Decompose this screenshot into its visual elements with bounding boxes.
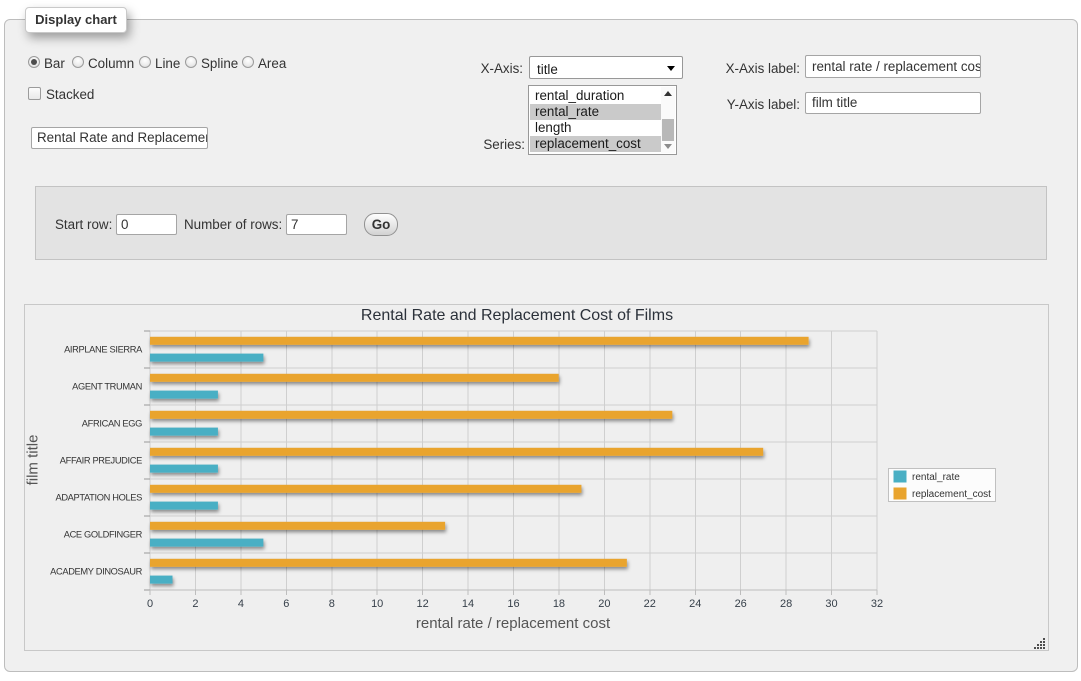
svg-text:32: 32 — [871, 598, 883, 610]
svg-text:AFRICAN EGG: AFRICAN EGG — [82, 419, 142, 429]
svg-text:ACE GOLDFINGER: ACE GOLDFINGER — [64, 530, 143, 540]
svg-text:replacement_cost: replacement_cost — [912, 489, 991, 500]
svg-text:24: 24 — [689, 598, 701, 610]
svg-text:26: 26 — [735, 598, 747, 610]
svg-text:film title: film title — [25, 435, 42, 486]
svg-text:20: 20 — [598, 598, 610, 610]
svg-text:rental_rate: rental_rate — [912, 472, 960, 483]
svg-text:Rental Rate and Replacement Co: Rental Rate and Replacement Cost of Film… — [361, 307, 673, 324]
svg-text:6: 6 — [283, 598, 289, 610]
svg-text:14: 14 — [462, 598, 474, 610]
svg-text:8: 8 — [329, 598, 335, 610]
svg-text:10: 10 — [371, 598, 383, 610]
svg-text:0: 0 — [147, 598, 153, 610]
svg-text:4: 4 — [238, 598, 244, 610]
svg-text:ADAPTATION HOLES: ADAPTATION HOLES — [55, 493, 142, 503]
svg-text:AFFAIR PREJUDICE: AFFAIR PREJUDICE — [60, 456, 142, 466]
svg-text:12: 12 — [416, 598, 428, 610]
svg-text:30: 30 — [825, 598, 837, 610]
svg-text:rental rate / replacement cost: rental rate / replacement cost — [416, 615, 611, 632]
svg-text:22: 22 — [644, 598, 656, 610]
svg-text:AIRPLANE SIERRA: AIRPLANE SIERRA — [64, 345, 143, 355]
svg-text:28: 28 — [780, 598, 792, 610]
svg-text:2: 2 — [192, 598, 198, 610]
svg-text:AGENT TRUMAN: AGENT TRUMAN — [72, 382, 142, 392]
svg-text:18: 18 — [553, 598, 565, 610]
svg-text:ACADEMY DINOSAUR: ACADEMY DINOSAUR — [50, 567, 142, 577]
svg-text:16: 16 — [507, 598, 519, 610]
